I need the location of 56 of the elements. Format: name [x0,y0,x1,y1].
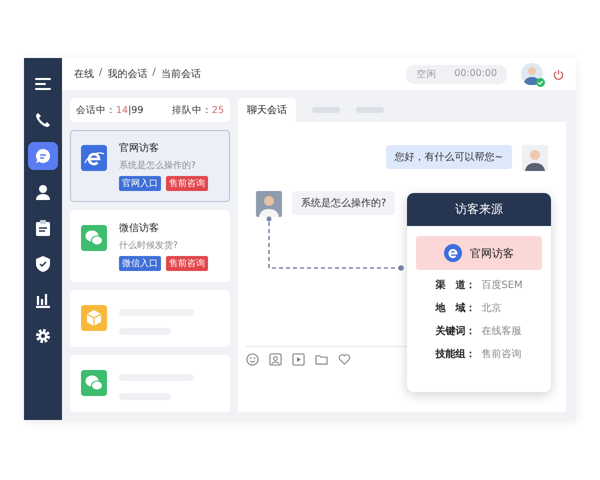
message-bubble: 系统是怎么操作的? [292,191,396,215]
chat-icon [35,148,51,164]
image-icon[interactable] [269,353,282,366]
message-preview: 系统是怎么操作的? [119,160,197,172]
menu-icon [35,77,51,91]
shield-icon [36,256,50,272]
tag: 售前咨询 [166,176,208,191]
conversation-card[interactable] [70,355,230,412]
tag: 售前咨询 [166,256,208,271]
source-name: 官网访客 [470,246,514,260]
visitor-name: 官网访客 [119,142,160,155]
breadcrumb-separator: / [99,67,102,80]
tag: 官网入口 [119,176,161,191]
browser-e-icon [444,244,462,262]
avatar [522,145,548,171]
breadcrumb-separator: / [152,67,156,80]
breadcrumb-item[interactable]: 当前会话 [160,67,201,81]
field-label: 地 域： [435,302,476,315]
heart-icon[interactable] [338,353,351,366]
person-icon [35,184,51,200]
active-count: 会话中：14|99 [76,104,144,116]
field-value: 在线客服 [481,324,522,338]
chat-bubbles-icon [81,225,107,251]
clipboard-icon [36,220,50,236]
settings-icon [35,328,51,344]
breadcrumb-item[interactable]: 我的会话 [107,67,148,81]
timer: 00:00:00 [454,68,497,80]
avatar [256,191,282,217]
bar-chart-icon [35,292,51,308]
field-value: 售前咨询 [481,348,522,361]
sidebar-item[interactable] [28,142,58,170]
folder-icon[interactable] [315,353,328,366]
visitor-name: 微信访客 [119,222,160,235]
queue-count: 排队中：25 [172,104,224,116]
message-preview: 什么时候发货? [119,240,179,252]
card-title: 访客来源 [407,193,551,226]
box-icon [81,305,107,331]
conversation-card[interactable]: 微信访客 什么时候发货? 微信入口 售前咨询 [70,210,230,282]
power-icon[interactable] [553,68,564,80]
field-value: 百度SEM [481,278,523,292]
field-value: 北京 [481,302,502,315]
field-label: 关键词： [435,324,476,338]
breadcrumb-item[interactable]: 在线 [74,67,94,81]
phone-icon [35,112,51,128]
status-label: 空闲 [416,68,436,80]
user-avatar[interactable] [521,63,543,85]
chat-bubbles-icon [81,370,107,396]
tab[interactable]: 聊天会话 [238,98,296,122]
tag: 微信入口 [119,256,161,271]
emoji-icon[interactable] [246,353,259,366]
message-bubble: 您好，有什么可以帮您~ [386,145,512,169]
video-icon[interactable] [292,353,305,366]
field-label: 技能组： [435,348,476,361]
browser-e-icon [81,145,107,171]
conversation-card[interactable]: 官网访客 系统是怎么操作的? 官网入口 售前咨询 [70,130,230,202]
field-label: 渠 道： [435,278,476,292]
